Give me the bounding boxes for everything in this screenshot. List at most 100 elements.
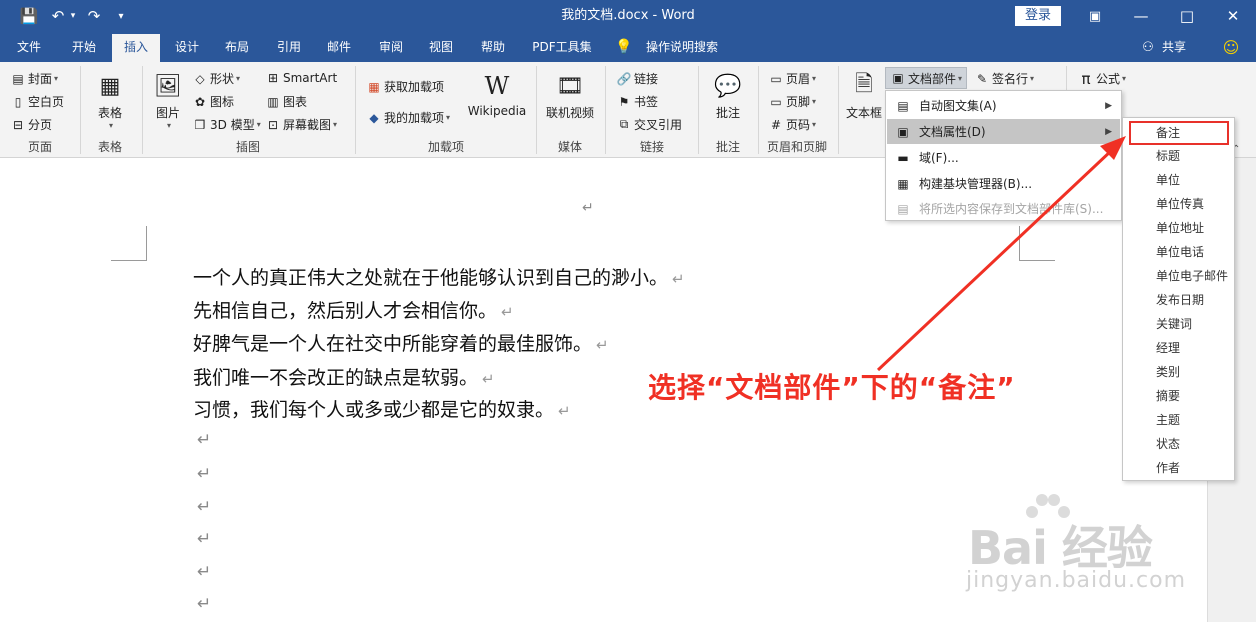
- chart-button[interactable]: ▥ 图表: [265, 93, 307, 110]
- ribbon-display-options-icon[interactable]: ▣: [1072, 0, 1118, 32]
- text-line[interactable]: 一个人的真正伟大之处就在于他能够认识到自己的渺小。 ↵: [193, 266, 685, 291]
- submenu-item[interactable]: 主题: [1123, 408, 1234, 432]
- person-icon: ⚇: [1142, 40, 1154, 55]
- text-line[interactable]: 我们唯一不会改正的缺点是软弱。 ↵: [193, 366, 495, 391]
- smiley-feedback-icon[interactable]: ☺: [1220, 33, 1242, 62]
- submenu-item[interactable]: 单位电话: [1123, 240, 1234, 264]
- submenu-item[interactable]: 类别: [1123, 360, 1234, 384]
- undo-dropdown-icon[interactable]: ▾: [68, 6, 78, 26]
- table-button[interactable]: ▦ 表格 ▾: [86, 70, 134, 131]
- icons-button[interactable]: ✿ 图标: [192, 93, 234, 110]
- tab-help[interactable]: 帮助: [472, 33, 514, 62]
- bar-chart-icon: ▥: [267, 94, 279, 109]
- tab-insert[interactable]: 插入: [112, 34, 160, 62]
- paragraph-mark: ↵: [197, 497, 212, 517]
- tab-mailings[interactable]: 邮件: [318, 33, 360, 62]
- instruction-annotation: 选择“文档部件”下的“备注”: [648, 371, 1016, 404]
- pi-icon: π: [1081, 69, 1091, 88]
- online-video-button[interactable]: 🎞 联机视频: [542, 70, 598, 121]
- submenu-item[interactable]: 状态: [1123, 432, 1234, 456]
- crop-mark: [146, 226, 147, 261]
- menu-item-autotext[interactable]: ▤ 自动图文集(A) ▶: [887, 93, 1120, 118]
- screenshot-icon: ⊡: [267, 117, 279, 132]
- share-button[interactable]: 共享: [1158, 33, 1190, 62]
- blank-page-button[interactable]: ▯ 空白页: [10, 93, 64, 110]
- menu-item-field[interactable]: ▬ 域(F)...: [887, 145, 1120, 170]
- my-addins-button[interactable]: ◆ 我的加载项 ▾: [366, 109, 450, 126]
- submenu-item[interactable]: 关键词: [1123, 312, 1234, 336]
- menu-item-save-to-gallery: ▤ 将所选内容保存到文档部件库(S)...: [887, 196, 1120, 221]
- text-line[interactable]: 好脾气是一个人在社交中所能穿着的最佳服饰。 ↵: [193, 332, 609, 357]
- lightbulb-icon: 💡: [615, 39, 633, 55]
- building-blocks-icon: ▦: [897, 176, 909, 191]
- tab-pdf-tools[interactable]: PDF工具集: [526, 33, 598, 62]
- submenu-item[interactable]: 单位: [1123, 168, 1234, 192]
- shapes-button[interactable]: ◇ 形状 ▾: [192, 70, 240, 87]
- 3d-models-button[interactable]: ❒ 3D 模型 ▾: [192, 116, 261, 133]
- cube-icon: ❒: [194, 117, 206, 132]
- tab-view[interactable]: 视图: [420, 33, 462, 62]
- get-addins-button[interactable]: ▦ 获取加载项: [366, 78, 444, 95]
- tab-file[interactable]: 文件: [8, 33, 50, 62]
- tab-design[interactable]: 设计: [166, 33, 208, 62]
- menu-item-document-property[interactable]: ▣ 文档属性(D) ▶: [887, 119, 1120, 144]
- submenu-item[interactable]: 摘要: [1123, 384, 1234, 408]
- page-number-button[interactable]: # 页码 ▾: [768, 116, 816, 133]
- smartart-button[interactable]: ⊞ SmartArt: [265, 70, 337, 86]
- link-button[interactable]: 🔗 链接: [616, 70, 659, 87]
- tab-references[interactable]: 引用: [268, 33, 310, 62]
- tell-me-search[interactable]: 操作说明搜索: [640, 33, 724, 62]
- window-title: 我的文档.docx - Word: [561, 8, 695, 23]
- redo-icon[interactable]: ↷: [84, 6, 104, 26]
- separator: [758, 66, 759, 154]
- menu-item-building-blocks[interactable]: ▦ 构建基块管理器(B)...: [887, 171, 1120, 196]
- comment-button[interactable]: 💬 批注: [704, 70, 752, 121]
- quick-parts-icon: ▣: [892, 71, 904, 85]
- cover-page-button[interactable]: ▤ 封面 ▾: [10, 70, 58, 87]
- title-bar: 💾 ↶ ▾ ↷ ▾ 我的文档.docx - Word 登录 ▣ — □ ✕: [0, 0, 1256, 33]
- submenu-item[interactable]: 作者: [1123, 456, 1234, 480]
- submenu-item[interactable]: 标题: [1123, 144, 1234, 168]
- submenu-item[interactable]: 单位电子邮件: [1123, 264, 1234, 288]
- equation-button[interactable]: π 公式 ▾: [1078, 69, 1126, 88]
- minimize-button[interactable]: —: [1118, 0, 1164, 32]
- textbox-button[interactable]: 🗎 文本框: [842, 70, 886, 121]
- paragraph-mark: ↵: [197, 464, 212, 484]
- pictures-button[interactable]: 🖼 图片 ▾: [148, 70, 188, 131]
- footer-icon: ▭: [770, 94, 782, 109]
- submenu-item[interactable]: 单位传真: [1123, 192, 1234, 216]
- signature-line-button[interactable]: ✎ 签名行 ▾: [974, 70, 1034, 87]
- textbox-icon: 🗎: [855, 72, 873, 97]
- submenu-item-comments[interactable]: 备注: [1129, 121, 1229, 145]
- tab-layout[interactable]: 布局: [216, 33, 258, 62]
- submenu-item[interactable]: 发布日期: [1123, 288, 1234, 312]
- save-icon[interactable]: 💾: [18, 6, 40, 26]
- text-line[interactable]: 习惯，我们每个人或多或少都是它的奴隶。 ↵: [193, 398, 571, 423]
- submenu-item[interactable]: 单位地址: [1123, 216, 1234, 240]
- group-label-links: 链接: [639, 140, 664, 154]
- smartart-icon: ⊞: [267, 71, 279, 85]
- wikipedia-button[interactable]: W Wikipedia: [466, 70, 528, 118]
- tab-home[interactable]: 开始: [62, 33, 106, 62]
- page-break-button[interactable]: ⊟ 分页: [10, 116, 52, 133]
- wikipedia-icon: W: [484, 72, 510, 100]
- close-button[interactable]: ✕: [1210, 0, 1256, 32]
- restore-button[interactable]: □: [1164, 0, 1210, 32]
- undo-icon[interactable]: ↶: [48, 6, 68, 26]
- screenshot-button[interactable]: ⊡ 屏幕截图 ▾: [265, 116, 337, 133]
- bookmark-button[interactable]: ⚑ 书签: [616, 93, 658, 110]
- blank-page-icon: ▯: [14, 94, 22, 109]
- cross-reference-button[interactable]: ⧉ 交叉引用: [616, 116, 682, 133]
- save-gallery-icon: ▤: [897, 201, 909, 216]
- page-break-icon: ⊟: [12, 117, 24, 132]
- customize-qat-icon[interactable]: ▾: [114, 6, 128, 26]
- footer-button[interactable]: ▭ 页脚 ▾: [768, 93, 816, 110]
- quick-parts-button[interactable]: ▣ 文档部件 ▾: [885, 67, 968, 89]
- store-icon: ▦: [368, 79, 380, 94]
- tab-review[interactable]: 审阅: [370, 33, 412, 62]
- submenu-item[interactable]: 经理: [1123, 336, 1234, 360]
- text-line[interactable]: 先相信自己，然后别人才会相信你。 ↵: [193, 299, 514, 324]
- signin-button[interactable]: 登录: [1015, 6, 1061, 26]
- header-button[interactable]: ▭ 页眉 ▾: [768, 70, 816, 87]
- link-icon: 🔗: [616, 71, 632, 86]
